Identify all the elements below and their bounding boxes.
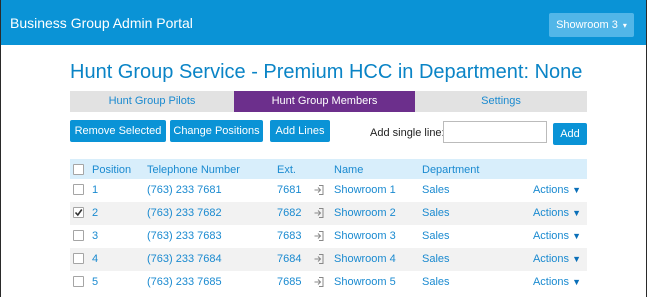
- table-row: 1 (763) 233 7681 7681 Showroom 1 Sales Action…: [70, 179, 587, 202]
- row-checkbox[interactable]: [73, 184, 84, 195]
- actions-dropdown[interactable]: Actions ▼: [533, 184, 581, 196]
- actions-label: Actions: [532, 230, 570, 242]
- actions-label: Actions: [532, 207, 570, 219]
- login-icon[interactable]: [313, 184, 325, 196]
- page-title: Hunt Group Service - Premium HCC in Depa…: [70, 61, 583, 83]
- cell-ext: 7681: [277, 184, 302, 196]
- cell-position: 3: [92, 230, 99, 242]
- row-checkbox[interactable]: [73, 207, 84, 218]
- checkmark-icon: [74, 209, 83, 217]
- actions-dropdown[interactable]: Actions ▼: [533, 230, 581, 242]
- login-icon[interactable]: [313, 253, 325, 265]
- app-title[interactable]: Business Group Admin Portal: [10, 15, 193, 31]
- tab-hunt-group-pilots[interactable]: Hunt Group Pilots: [70, 91, 234, 112]
- caret-down-icon: ▼: [572, 277, 581, 287]
- cell-ext: 7683: [277, 230, 302, 242]
- column-header-department[interactable]: Department: [422, 164, 479, 176]
- top-navbar: Business Group Admin Portal Showroom 3 ▾: [1, 0, 646, 45]
- cell-department: Sales: [422, 276, 450, 288]
- cell-ext: 7682: [277, 207, 302, 219]
- row-checkbox[interactable]: [73, 276, 84, 287]
- cell-name[interactable]: Showroom 3: [334, 230, 396, 242]
- cell-department: Sales: [422, 253, 450, 265]
- cell-name[interactable]: Showroom 5: [334, 276, 396, 288]
- caret-down-icon: ▼: [572, 208, 581, 218]
- table-header: Position Telephone Number Ext. Name Depa…: [70, 159, 587, 179]
- actions-label: Actions: [532, 276, 570, 288]
- tab-settings[interactable]: Settings: [415, 91, 587, 112]
- cell-ext: 7685: [277, 276, 302, 288]
- actions-label: Actions: [532, 253, 570, 265]
- change-positions-button[interactable]: Change Positions: [170, 120, 263, 142]
- cell-telephone[interactable]: (763) 233 7682: [147, 207, 222, 219]
- actions-dropdown[interactable]: Actions ▼: [533, 207, 581, 219]
- select-all-checkbox[interactable]: [73, 164, 84, 175]
- tab-bar: Hunt Group Pilots Hunt Group Members Set…: [70, 91, 587, 112]
- table-row: 3 (763) 233 7683 7683 Showroom 3 Sales Action…: [70, 225, 587, 248]
- table-row: 5 (763) 233 7685 7685 Showroom 5 Sales Action…: [70, 271, 587, 294]
- caret-down-icon: ▼: [572, 254, 581, 264]
- cell-ext: 7684: [277, 253, 302, 265]
- table-row: 2 (763) 233 7682 7682 Showroom 2 Sales Action…: [70, 202, 587, 225]
- cell-name[interactable]: Showroom 2: [334, 207, 396, 219]
- actions-dropdown[interactable]: Actions ▼: [533, 276, 581, 288]
- location-label: Showroom 3: [556, 19, 618, 31]
- table-row: 4 (763) 233 7684 7684 Showroom 4 Sales Action…: [70, 248, 587, 271]
- cell-position: 2: [92, 207, 99, 219]
- cell-name[interactable]: Showroom 4: [334, 253, 396, 265]
- column-header-name[interactable]: Name: [334, 164, 363, 176]
- chevron-down-icon: ▾: [622, 21, 627, 30]
- cell-name[interactable]: Showroom 1: [334, 184, 396, 196]
- cell-telephone[interactable]: (763) 233 7683: [147, 230, 222, 242]
- login-icon[interactable]: [313, 230, 325, 242]
- tab-hunt-group-members[interactable]: Hunt Group Members: [234, 91, 415, 112]
- row-checkbox[interactable]: [73, 230, 84, 241]
- login-icon[interactable]: [313, 276, 325, 288]
- cell-telephone[interactable]: (763) 233 7685: [147, 276, 222, 288]
- cell-department: Sales: [422, 230, 450, 242]
- actions-dropdown[interactable]: Actions ▼: [533, 253, 581, 265]
- actions-label: Actions: [532, 184, 570, 196]
- add-button[interactable]: Add: [553, 123, 587, 145]
- cell-department: Sales: [422, 207, 450, 219]
- add-lines-button[interactable]: Add Lines: [270, 120, 330, 142]
- location-dropdown[interactable]: Showroom 3 ▾: [549, 13, 634, 37]
- column-header-position[interactable]: Position: [92, 164, 131, 176]
- column-header-telephone[interactable]: Telephone Number: [147, 164, 240, 176]
- cell-position: 1: [92, 184, 99, 196]
- cell-telephone[interactable]: (763) 233 7681: [147, 184, 222, 196]
- row-checkbox[interactable]: [73, 253, 84, 264]
- add-single-line-input[interactable]: [443, 121, 547, 143]
- cell-telephone[interactable]: (763) 233 7684: [147, 253, 222, 265]
- caret-down-icon: ▼: [572, 185, 581, 195]
- cell-position: 5: [92, 276, 99, 288]
- cell-position: 4: [92, 253, 99, 265]
- column-header-ext[interactable]: Ext.: [277, 164, 296, 176]
- caret-down-icon: ▼: [572, 231, 581, 241]
- remove-selected-button[interactable]: Remove Selected: [70, 120, 166, 142]
- cell-department: Sales: [422, 184, 450, 196]
- login-icon[interactable]: [313, 207, 325, 219]
- add-single-line-label: Add single line:: [370, 127, 445, 139]
